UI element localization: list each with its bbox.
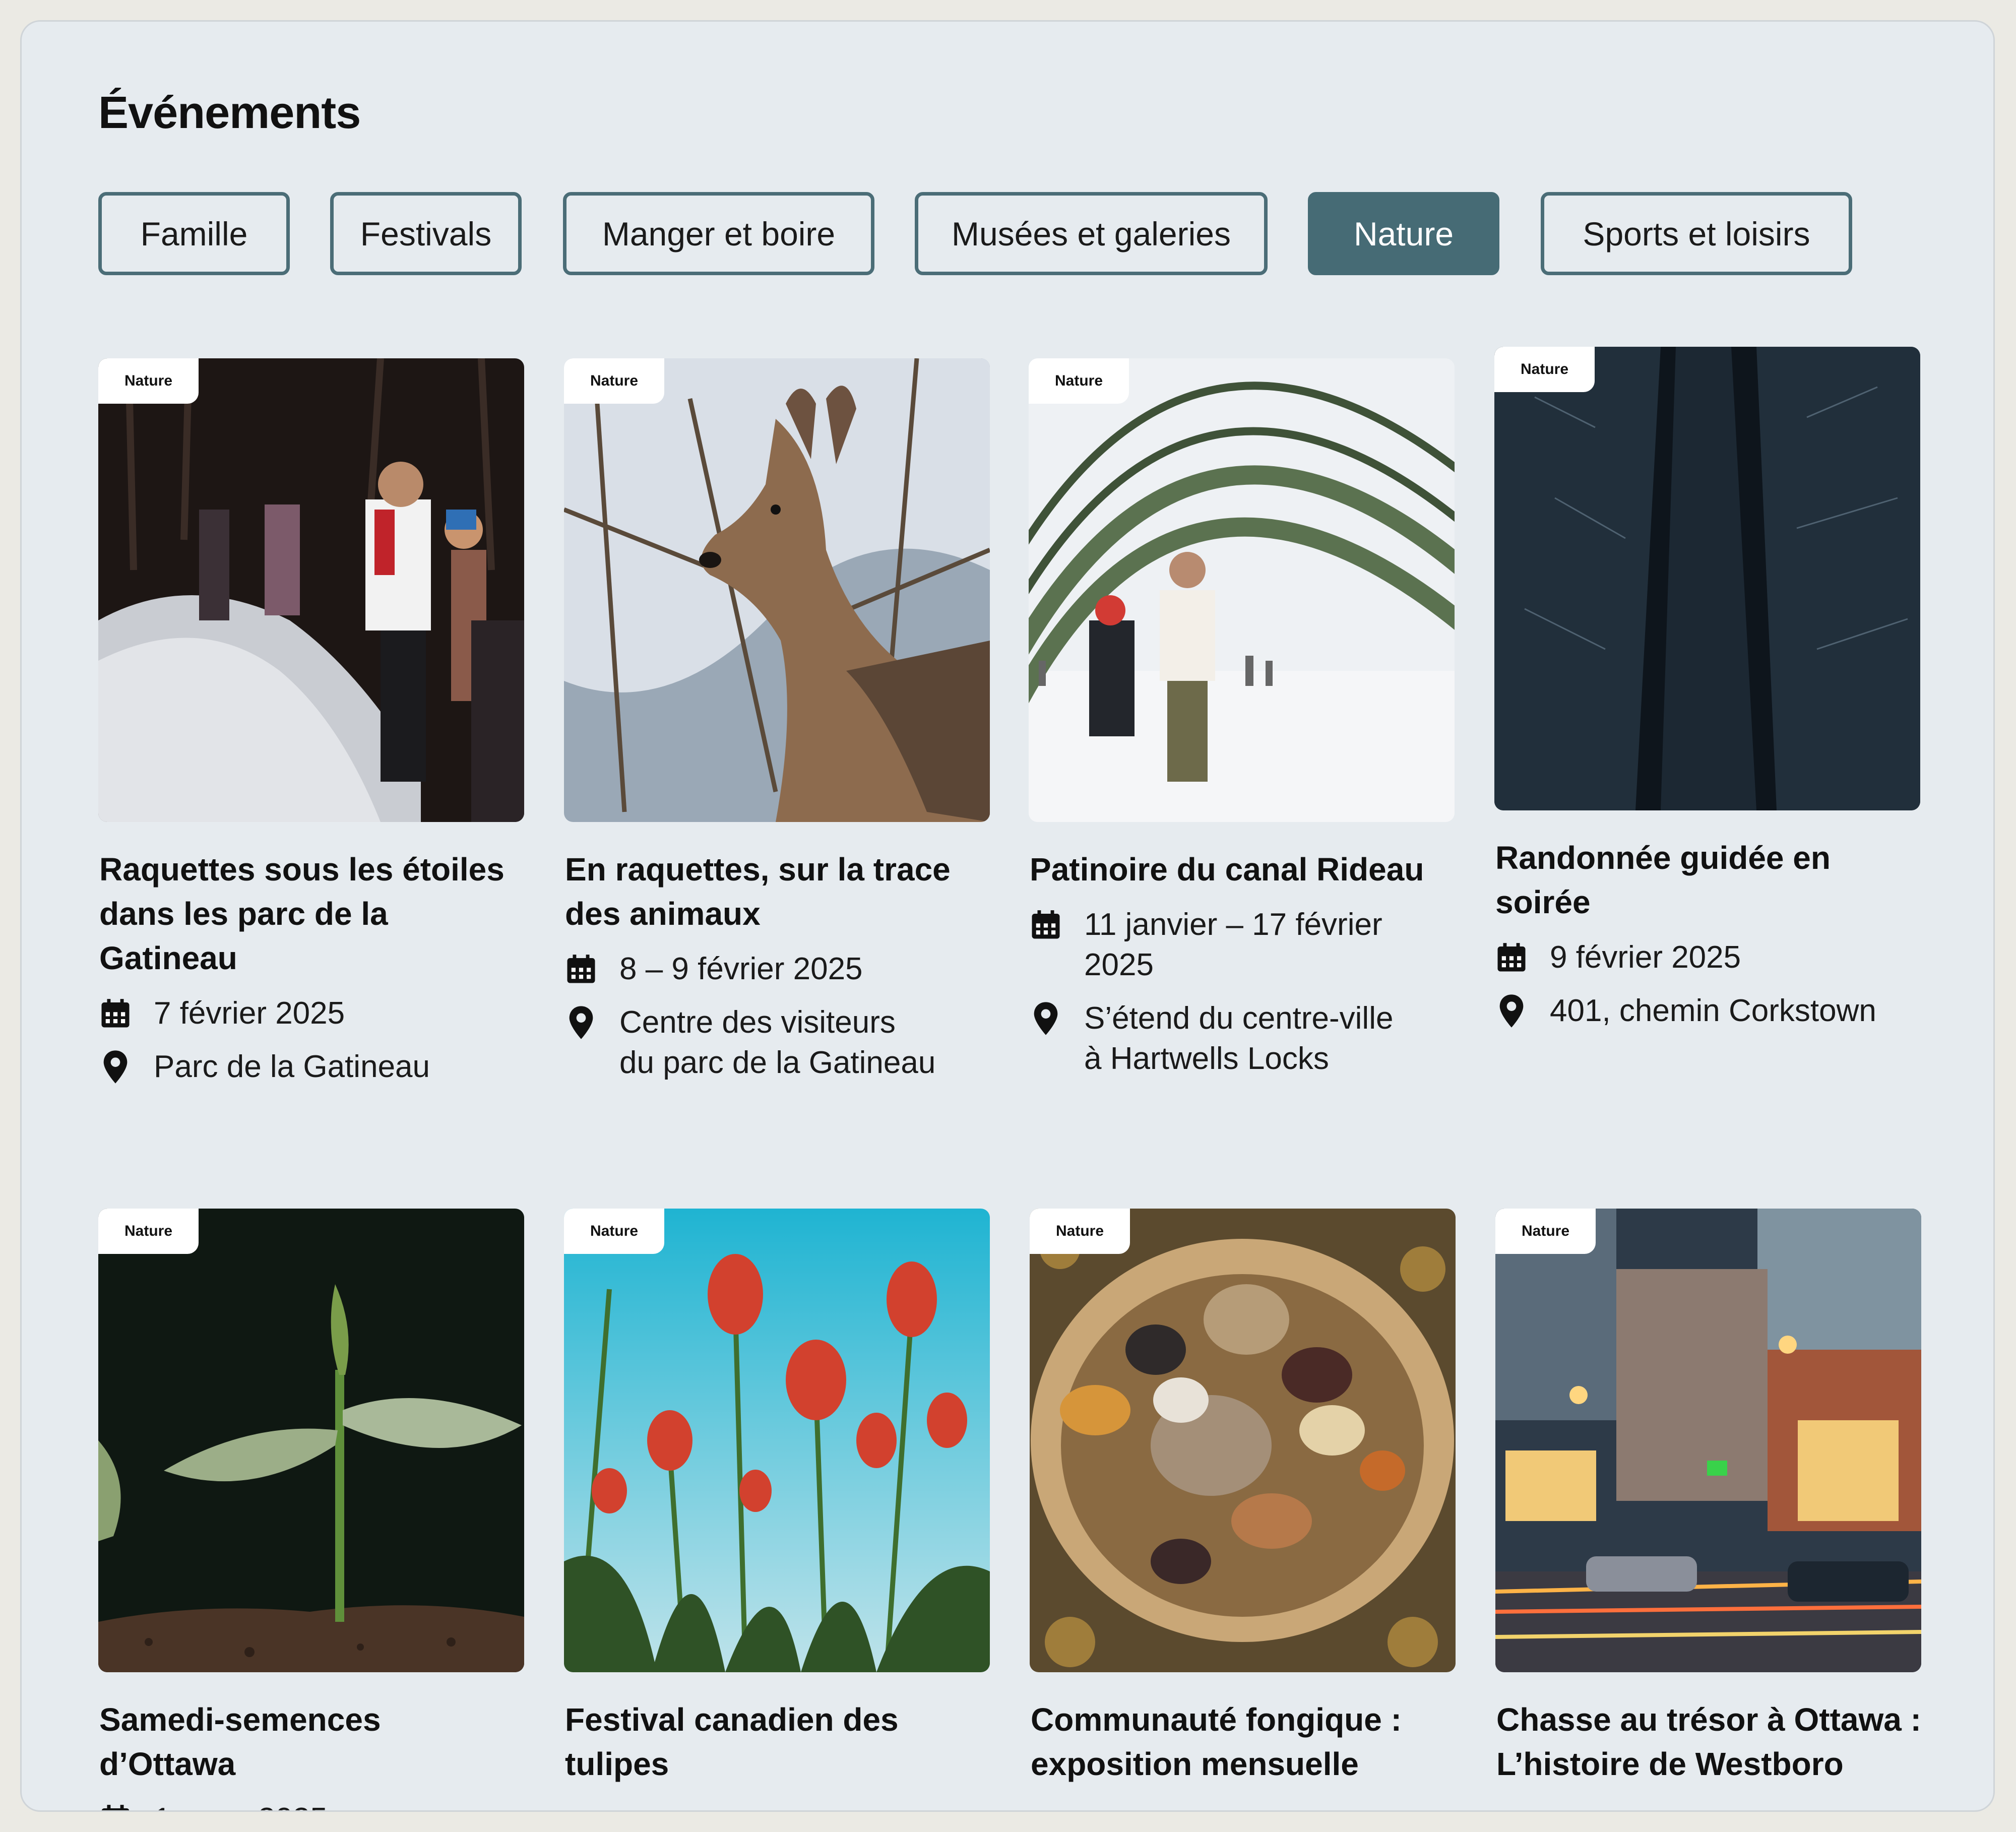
event-date: 9 février 2025 <box>1494 937 1920 978</box>
filter-famille[interactable]: Famille <box>98 192 290 275</box>
event-card[interactable]: Nature Patinoire du canal Rideau 11 janv… <box>1029 358 1455 1079</box>
map-pin-icon <box>1029 998 1063 1039</box>
event-card[interactable]: Nature Chasse au trésor à Ottawa : L’his… <box>1495 1209 1921 1786</box>
event-location-text: S’étend du centre-ville à Hartwells Lock… <box>1084 1001 1394 1076</box>
event-date: 7 février 2025 <box>98 993 524 1034</box>
event-location: 401, chemin Corkstown <box>1494 991 1920 1031</box>
event-location-text: Centre des visiteurs du parc de la Gatin… <box>619 1005 936 1080</box>
calendar-icon <box>1029 905 1063 945</box>
event-title[interactable]: Samedi-semences d’Ottawa <box>99 1697 524 1786</box>
category-tag: Nature <box>1494 347 1595 392</box>
event-card[interactable]: Nature Communauté fongique : exposition … <box>1030 1209 1456 1786</box>
event-image[interactable]: Nature <box>1030 1209 1456 1672</box>
event-image[interactable]: Nature <box>564 358 990 822</box>
calendar-icon <box>564 949 598 989</box>
event-image[interactable]: Nature <box>98 358 524 822</box>
event-title[interactable]: En raquettes, sur la trace des animaux <box>565 847 990 936</box>
event-location: Centre des visiteurs du parc de la Gatin… <box>564 1002 990 1083</box>
category-tag: Nature <box>1030 1209 1130 1254</box>
event-title[interactable]: Communauté fongique : exposition mensuel… <box>1031 1697 1456 1786</box>
event-title[interactable]: Patinoire du canal Rideau <box>1030 847 1455 892</box>
event-image[interactable]: Nature <box>98 1209 524 1672</box>
category-tag: Nature <box>564 358 665 404</box>
filter-nature[interactable]: Nature <box>1308 192 1499 275</box>
page-title: Événements <box>98 88 361 138</box>
event-card[interactable]: Nature Randonnée guidée en soirée 9 févr… <box>1494 347 1920 1031</box>
calendar-icon <box>98 1799 133 1810</box>
event-date: 1 mars 2025 <box>98 1799 524 1810</box>
event-date: 11 janvier – 17 février 2025 <box>1029 905 1455 985</box>
event-title[interactable]: Raquettes sous les étoiles dans les parc… <box>99 847 524 980</box>
event-image[interactable]: Nature <box>564 1209 990 1672</box>
event-date-text: 7 février 2025 <box>154 996 345 1031</box>
event-date-text: 9 février 2025 <box>1550 940 1741 975</box>
category-tag: Nature <box>1029 358 1129 404</box>
event-location: S’étend du centre-ville à Hartwells Lock… <box>1029 998 1455 1079</box>
event-card[interactable]: Nature Samedi-semences d’Ottawa 1 mars 2… <box>98 1209 524 1810</box>
filter-festivals[interactable]: Festivals <box>330 192 522 275</box>
event-card[interactable]: Nature En raquettes, sur la trace des an… <box>564 358 990 1083</box>
event-image[interactable]: Nature <box>1495 1209 1921 1672</box>
calendar-icon <box>1494 937 1529 978</box>
filter-musees-et-galeries[interactable]: Musées et galeries <box>915 192 1268 275</box>
event-date-text: 11 janvier – 17 février 2025 <box>1084 907 1382 982</box>
event-date-text: 8 – 9 février 2025 <box>619 952 863 986</box>
filter-manger-et-boire[interactable]: Manger et boire <box>563 192 874 275</box>
event-card[interactable]: Nature Festival canadien des tulipes <box>564 1209 990 1786</box>
map-pin-icon <box>564 1002 598 1043</box>
event-date-text: 1 mars 2025 <box>154 1799 328 1810</box>
category-tag: Nature <box>98 1209 199 1254</box>
event-title[interactable]: Chasse au trésor à Ottawa : L’histoire d… <box>1496 1697 1921 1786</box>
calendar-icon <box>98 993 133 1034</box>
events-panel: Événements Famille Festivals Manger et b… <box>20 20 1995 1812</box>
event-title[interactable]: Randonnée guidée en soirée <box>1495 836 1920 924</box>
map-pin-icon <box>98 1047 133 1087</box>
event-location-text: 401, chemin Corkstown <box>1550 993 1876 1028</box>
event-location-text: Parc de la Gatineau <box>154 1049 430 1084</box>
event-date: 8 – 9 février 2025 <box>564 949 990 989</box>
event-card[interactable]: Nature Raquettes sous les étoiles dans l… <box>98 358 524 1087</box>
category-tag: Nature <box>564 1209 665 1254</box>
event-title[interactable]: Festival canadien des tulipes <box>565 1697 990 1786</box>
event-location: Parc de la Gatineau <box>98 1047 524 1087</box>
category-tag: Nature <box>1495 1209 1596 1254</box>
event-image[interactable]: Nature <box>1029 358 1455 822</box>
map-pin-icon <box>1494 991 1529 1031</box>
event-image[interactable]: Nature <box>1494 347 1920 810</box>
category-tag: Nature <box>98 358 199 404</box>
filter-sports-et-loisirs[interactable]: Sports et loisirs <box>1541 192 1852 275</box>
